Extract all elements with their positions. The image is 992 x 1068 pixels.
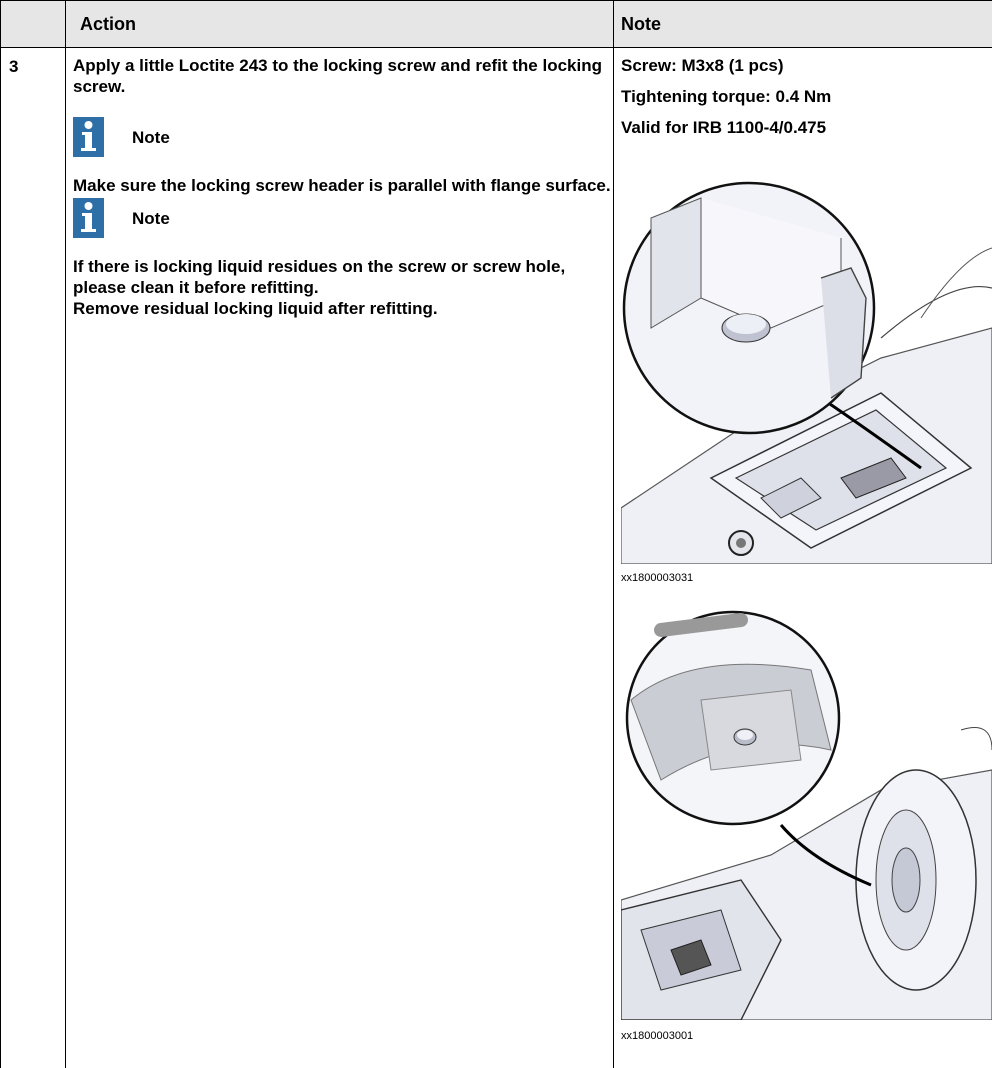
figure-caption: xx1800003031	[621, 572, 694, 584]
note-title: Note	[132, 127, 170, 147]
action-cell: Apply a little Loctite 243 to the lockin…	[73, 55, 613, 319]
note-text: If there is locking liquid residues on t…	[73, 257, 566, 297]
note-callout-1: Note	[73, 115, 613, 159]
procedure-table: Action Note 3 Apply a little Loctite 243…	[0, 0, 992, 1068]
validity-text: Valid for IRB 1100-4/0.475	[621, 118, 827, 137]
screw-spec: Screw: M3x8 (1 pcs)	[621, 56, 784, 75]
note-text: Remove residual locking liquid after ref…	[73, 299, 438, 318]
note-cell: Screw: M3x8 (1 pcs) Tightening torque: 0…	[621, 55, 991, 148]
step-number: 3	[9, 57, 19, 76]
figure-locking-screw-1	[621, 178, 992, 564]
torque-spec: Tightening torque: 0.4 Nm	[621, 87, 832, 106]
note-title: Note	[132, 208, 170, 228]
figure-caption: xx1800003001	[621, 1030, 694, 1042]
note-column-header: Note	[621, 14, 661, 34]
info-icon	[73, 198, 104, 238]
instruction-text: Apply a little Loctite 243 to the lockin…	[73, 56, 602, 96]
info-icon	[73, 117, 104, 157]
figure-locking-screw-2	[621, 610, 992, 1020]
note-text: Make sure the locking screw header is pa…	[73, 176, 611, 195]
table-header-row	[1, 1, 992, 47]
action-column-header: Action	[80, 14, 136, 34]
note-callout-2: Note	[73, 196, 613, 240]
